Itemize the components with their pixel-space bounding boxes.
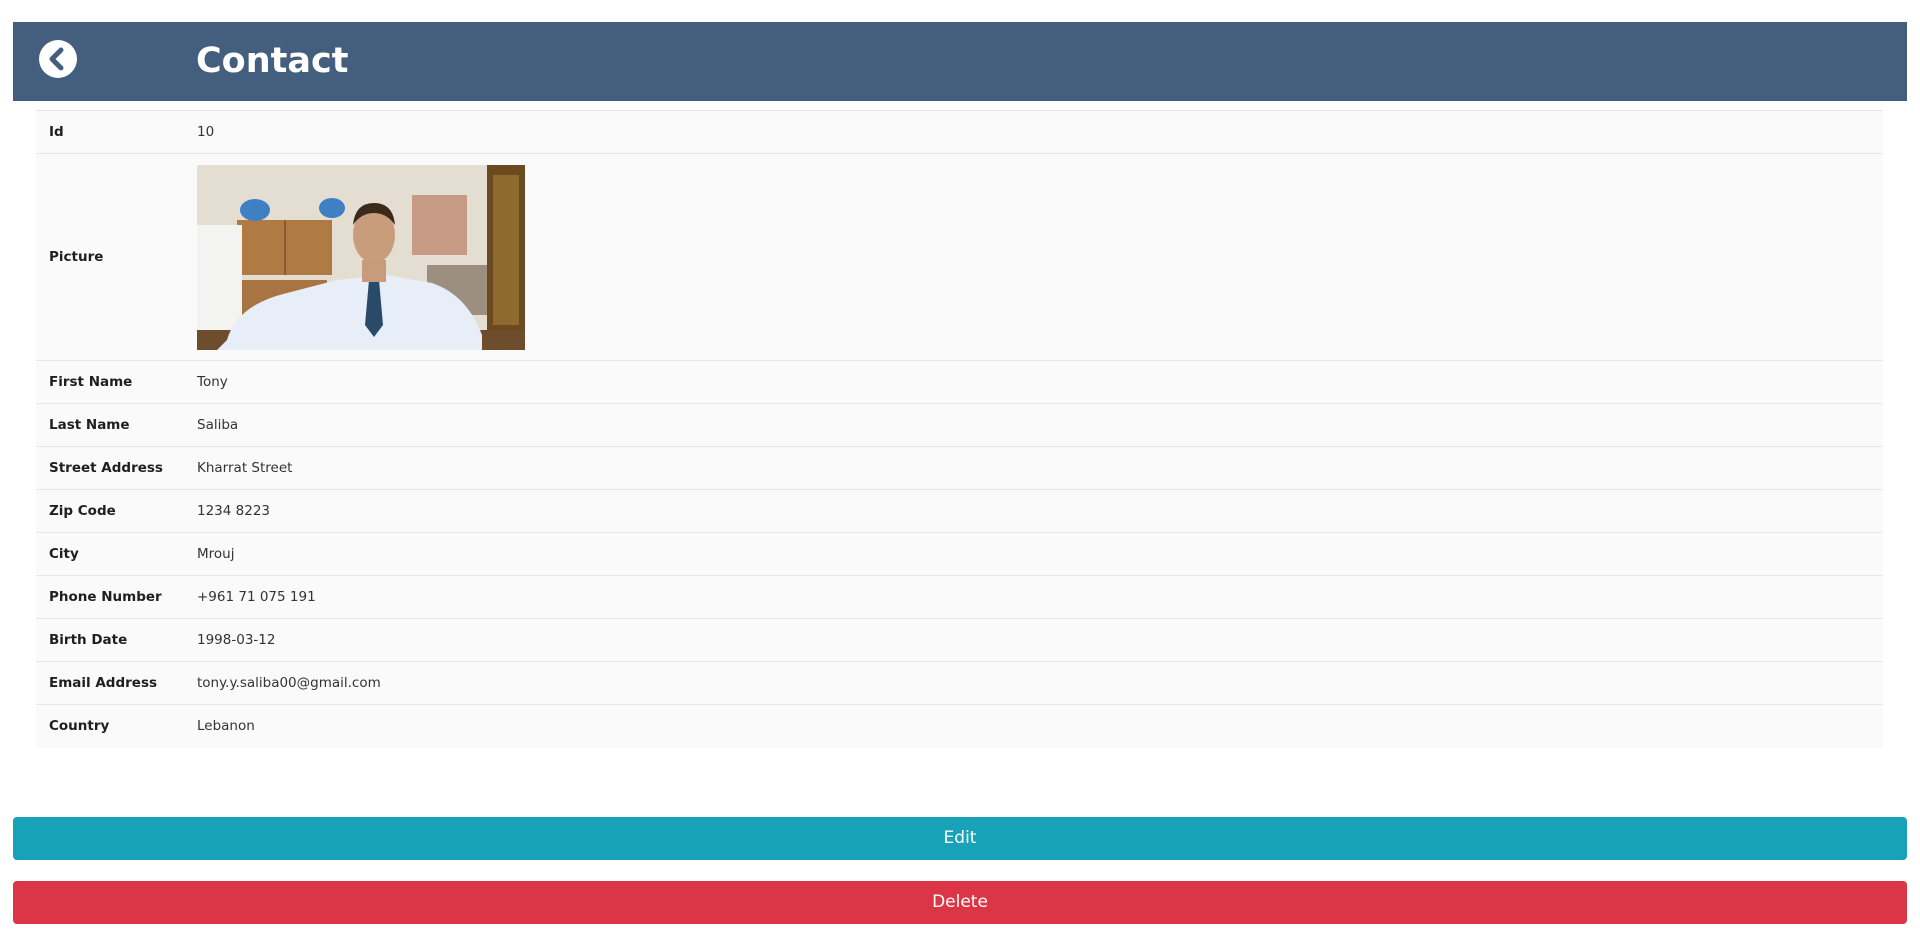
field-value: 1998-03-12: [197, 632, 276, 648]
contact-photo: [197, 164, 525, 350]
page-title: Contact: [196, 41, 349, 81]
field-label: Id: [49, 124, 64, 140]
detail-row-first-name: First Name Tony: [36, 360, 1883, 404]
detail-row-zip-code: Zip Code 1234 8223: [36, 489, 1883, 533]
field-value: 10: [197, 124, 215, 140]
field-value: Tony: [197, 374, 228, 390]
detail-row-phone-number: Phone Number +961 71 075 191: [36, 575, 1883, 619]
field-label: First Name: [49, 374, 133, 390]
field-value: Lebanon: [197, 718, 255, 735]
field-value: Saliba: [197, 417, 239, 433]
contact-details-table: Id 10 Picture First Name Tony Last Name …: [36, 110, 1883, 748]
field-value: Kharrat Street: [197, 460, 293, 476]
contact-photo-image: [197, 164, 525, 350]
field-label: Email Address: [49, 675, 158, 691]
detail-row-id: Id 10: [36, 110, 1883, 154]
field-value: +961 71 075 191: [197, 589, 316, 605]
detail-row-city: City Mrouj: [36, 532, 1883, 576]
detail-row-picture: Picture: [36, 153, 1883, 361]
chevron-left-icon: [49, 47, 64, 71]
field-label: Last Name: [49, 417, 130, 433]
delete-button[interactable]: Delete: [13, 881, 1907, 924]
field-label: Birth Date: [49, 632, 128, 648]
detail-row-last-name: Last Name Saliba: [36, 403, 1883, 447]
detail-row-email-address: Email Address tony.y.saliba00@gmail.com: [36, 661, 1883, 705]
field-label: Country: [49, 718, 110, 735]
detail-row-birth-date: Birth Date 1998-03-12: [36, 618, 1883, 662]
field-label: Picture: [49, 249, 104, 265]
field-value: Mrouj: [197, 546, 235, 562]
field-label: Street Address: [49, 460, 163, 476]
field-label: Phone Number: [49, 589, 162, 605]
page-header: Contact: [13, 22, 1907, 101]
back-button[interactable]: [39, 40, 77, 78]
field-value: tony.y.saliba00@gmail.com: [197, 675, 381, 691]
edit-button[interactable]: Edit: [13, 817, 1907, 860]
field-label: City: [49, 546, 79, 562]
field-label: Zip Code: [49, 503, 116, 519]
field-value: 1234 8223: [197, 503, 271, 519]
detail-row-country: Country Lebanon: [36, 704, 1883, 748]
detail-row-street-address: Street Address Kharrat Street: [36, 446, 1883, 490]
